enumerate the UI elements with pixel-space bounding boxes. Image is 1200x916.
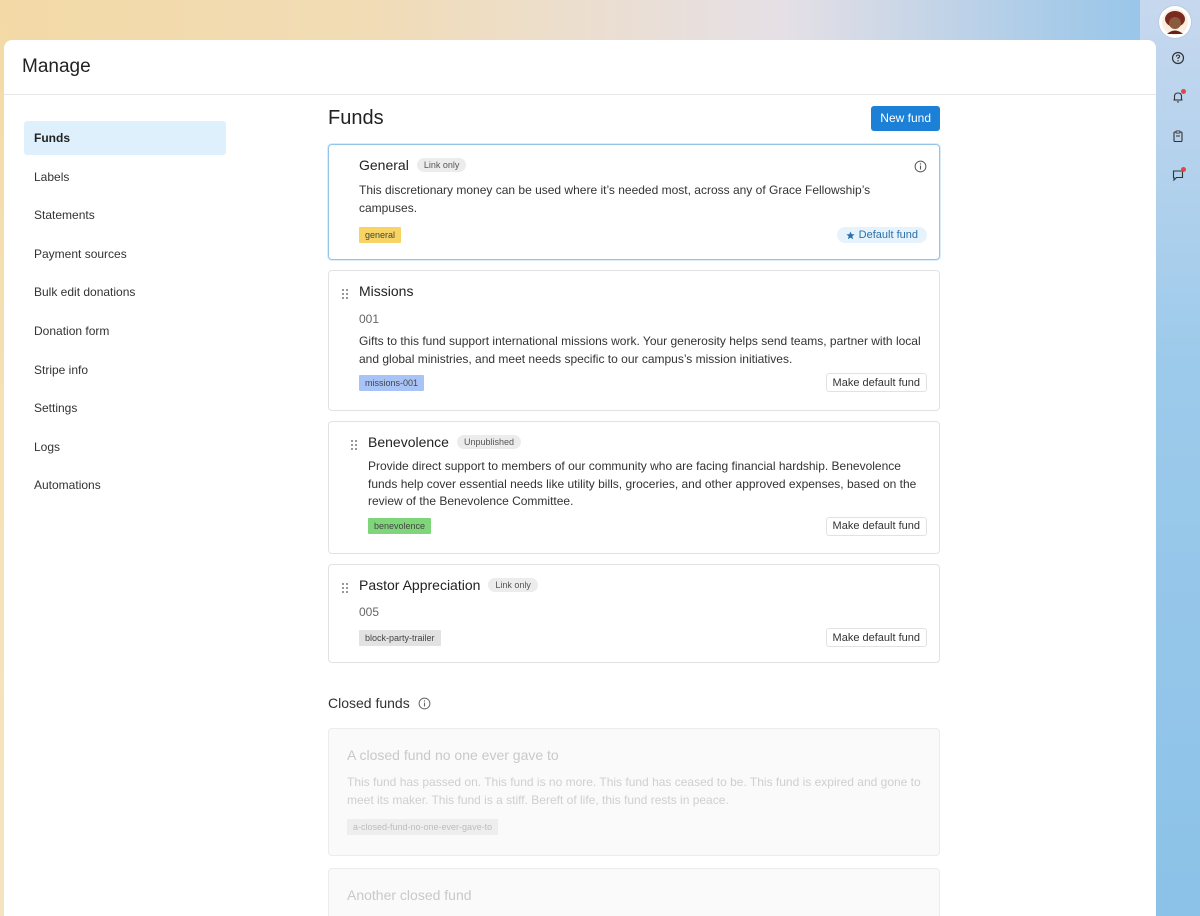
sidebar-item-statements[interactable]: Statements xyxy=(24,198,226,232)
manage-panel: Manage Funds Labels Statements Payment s… xyxy=(4,40,1156,916)
drag-handle-icon[interactable] xyxy=(340,288,350,300)
fund-card-benevolence[interactable]: Benevolence Unpublished Provide direct s… xyxy=(328,421,940,554)
make-default-fund-button[interactable]: Make default fund xyxy=(825,373,927,392)
sidebar-item-logs[interactable]: Logs xyxy=(24,430,226,464)
closed-fund-description: This fund has passed on. This fund is no… xyxy=(347,775,921,807)
sidebar-item-donation-form[interactable]: Donation form xyxy=(24,314,226,348)
funds-title: Funds xyxy=(328,106,384,129)
help-button[interactable] xyxy=(1168,48,1188,68)
info-icon xyxy=(914,160,927,173)
avatar-image-icon xyxy=(1162,9,1188,35)
user-avatar[interactable] xyxy=(1159,6,1191,38)
closed-fund-tag: a-closed-fund-no-one-ever-gave-to xyxy=(347,819,499,835)
tasks-button[interactable] xyxy=(1168,126,1188,146)
chat-dot xyxy=(1181,167,1186,172)
help-icon xyxy=(1171,51,1185,65)
fund-code: 005 xyxy=(359,605,380,619)
info-button[interactable] xyxy=(914,160,927,178)
closed-fund-name: Another closed fund xyxy=(347,887,472,903)
funds-content: Funds New fund General Link only This di… xyxy=(328,95,940,916)
closed-funds-title: Closed funds xyxy=(328,695,410,711)
default-fund-label: Default fund xyxy=(858,229,918,241)
fund-tag: benevolence xyxy=(368,518,432,534)
clipboard-icon xyxy=(1173,130,1183,143)
sidebar-item-settings[interactable]: Settings xyxy=(24,391,226,425)
sidebar-item-labels[interactable]: Labels xyxy=(24,160,226,194)
notifications-button[interactable] xyxy=(1168,87,1188,107)
fund-description: This discretionary money can be used whe… xyxy=(359,183,871,215)
closed-funds-header: Closed funds xyxy=(328,695,940,711)
fund-tag: missions-001 xyxy=(359,374,425,391)
closed-fund-card[interactable]: Another closed fund xyxy=(328,868,940,916)
fund-name: Missions xyxy=(359,283,414,299)
fund-code: 001 xyxy=(359,312,380,326)
fund-name: General xyxy=(359,157,409,173)
fund-tag: block-party-trailer xyxy=(359,629,441,646)
fund-description: Provide direct support to members of our… xyxy=(368,459,917,508)
right-rail xyxy=(1156,48,1200,185)
fund-card-general[interactable]: General Link only This discretionary mon… xyxy=(328,144,940,260)
drag-handle-icon[interactable] xyxy=(340,582,350,594)
status-badge: Unpublished xyxy=(456,435,521,449)
closed-fund-card[interactable]: A closed fund no one ever gave to This f… xyxy=(328,728,940,856)
fund-tag: general xyxy=(359,227,402,243)
fund-card-missions[interactable]: Missions 001 Gifts to this fund support … xyxy=(328,270,940,411)
sidebar-item-bulk-edit-donations[interactable]: Bulk edit donations xyxy=(24,275,226,309)
drag-handle-icon[interactable] xyxy=(349,439,359,451)
fund-name: Pastor Appreciation xyxy=(359,577,481,593)
make-default-fund-button[interactable]: Make default fund xyxy=(825,516,927,536)
default-fund-badge: Default fund xyxy=(836,227,927,243)
chat-button[interactable] xyxy=(1168,165,1188,185)
sidebar-item-stripe-info[interactable]: Stripe info xyxy=(24,353,226,387)
star-icon xyxy=(846,230,855,239)
panel-header: Manage xyxy=(4,40,1156,95)
status-badge: Link only xyxy=(488,578,538,592)
sidebar-item-automations[interactable]: Automations xyxy=(24,468,226,502)
make-default-fund-button[interactable]: Make default fund xyxy=(825,628,927,647)
closed-fund-name: A closed fund no one ever gave to xyxy=(347,747,559,763)
sidebar-nav: Funds Labels Statements Payment sources … xyxy=(24,121,226,507)
fund-description: Gifts to this fund support international… xyxy=(359,334,921,366)
page-title: Manage xyxy=(22,56,91,77)
fund-name: Benevolence xyxy=(368,434,449,450)
sidebar-item-payment-sources[interactable]: Payment sources xyxy=(24,237,226,271)
notification-dot xyxy=(1181,89,1186,94)
new-fund-button[interactable]: New fund xyxy=(871,105,940,131)
sidebar-item-funds[interactable]: Funds xyxy=(24,121,226,155)
info-icon[interactable] xyxy=(418,697,431,710)
fund-card-pastor-appreciation[interactable]: Pastor Appreciation Link only 005 block-… xyxy=(328,564,940,663)
status-badge: Link only xyxy=(416,158,467,172)
